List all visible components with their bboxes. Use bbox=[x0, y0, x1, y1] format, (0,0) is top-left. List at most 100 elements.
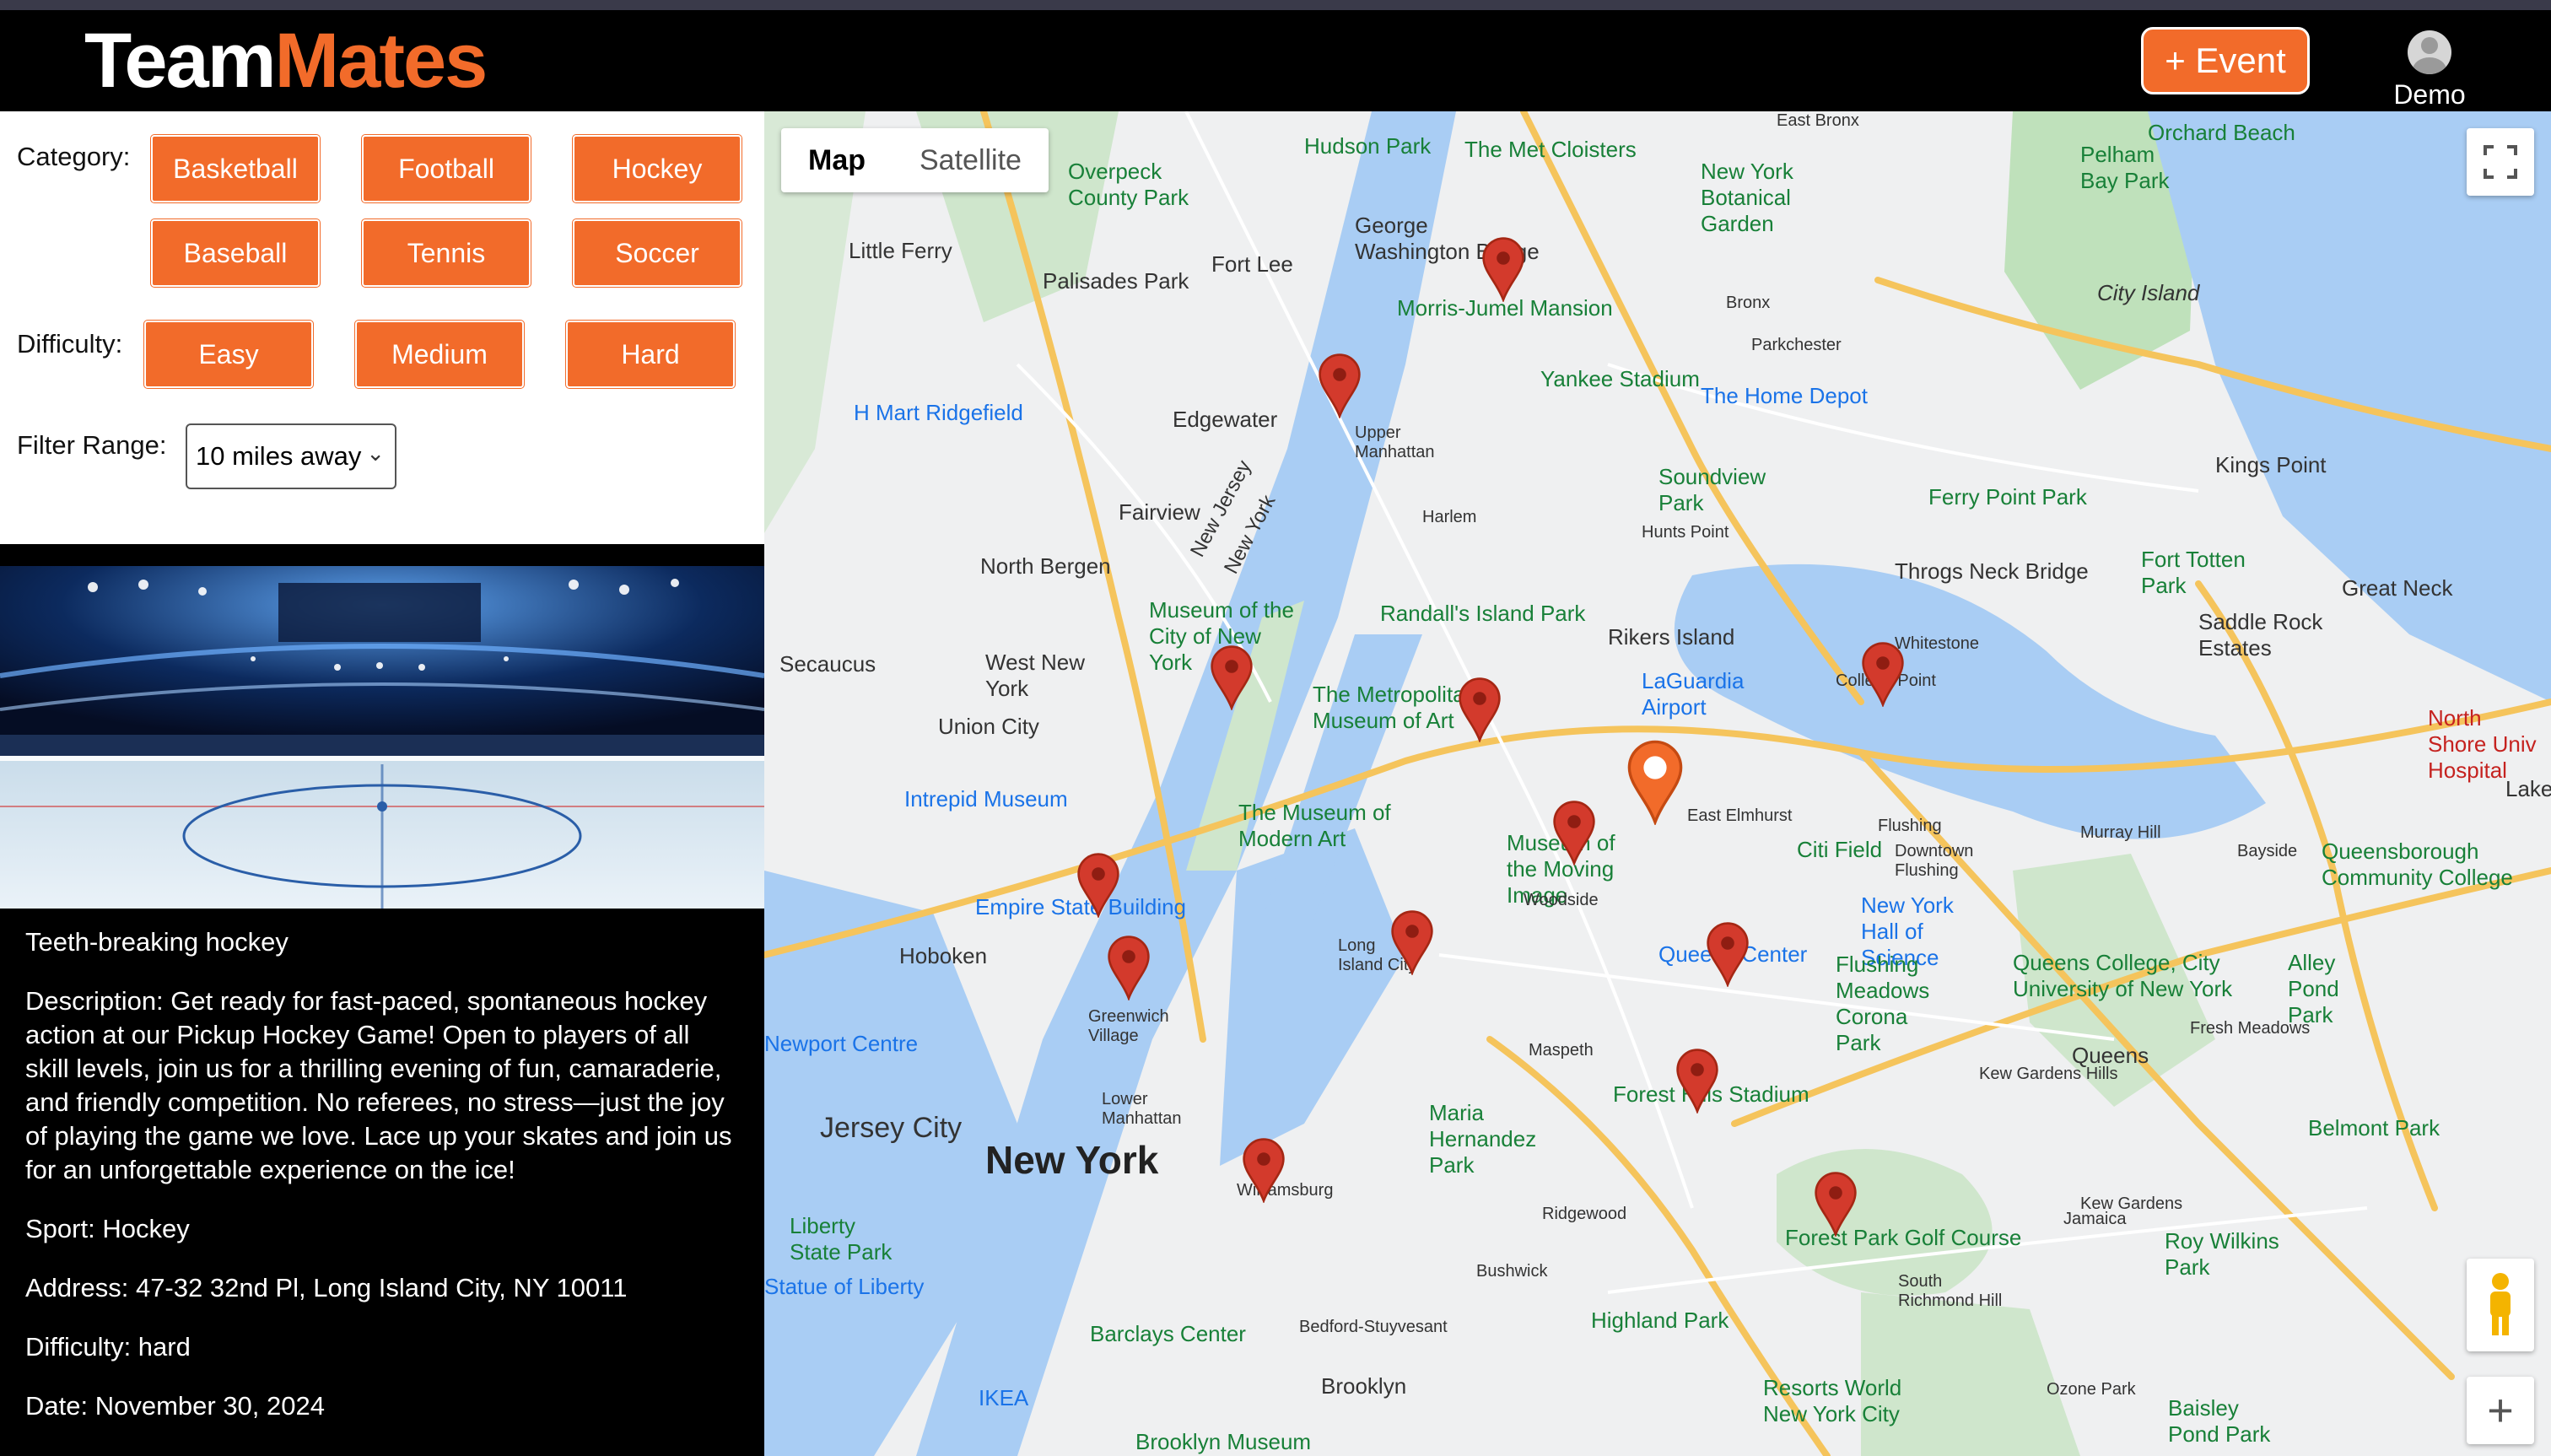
map-label: Maria Hernandez Park bbox=[1429, 1100, 1537, 1178]
map-label: Bronx bbox=[1726, 294, 1771, 312]
map-label: Whitestone bbox=[1895, 634, 1980, 653]
event-address: Address: 47-32 32nd Pl, Long Island City… bbox=[25, 1273, 628, 1302]
app-logo[interactable]: TeamMates bbox=[84, 17, 488, 105]
map-label: LaGuardia Airport bbox=[1642, 668, 1745, 720]
map-label: Williamsburg bbox=[1237, 1181, 1334, 1200]
map-label: The Met Cloisters bbox=[1464, 137, 1637, 162]
navbar: TeamMates + Event Demo bbox=[0, 10, 2551, 111]
map-label: The Home Depot bbox=[1701, 383, 1868, 408]
map-label: Flushing bbox=[1878, 817, 1942, 835]
map-label: Fresh Meadows bbox=[2190, 1019, 2311, 1038]
map-label: South Richmond Hill bbox=[1898, 1272, 2003, 1310]
map-label: Yankee Stadium bbox=[1540, 366, 1700, 391]
difficulty-medium-button[interactable]: Medium bbox=[355, 321, 524, 388]
event-details: Teeth-breaking hockey Description: Get r… bbox=[0, 909, 764, 1456]
map-label: New York Botanical Garden bbox=[1701, 159, 1793, 236]
map-label: Forest Hills Stadium bbox=[1613, 1081, 1809, 1107]
map-label: Hoboken bbox=[899, 943, 988, 968]
category-basketball-button[interactable]: Basketball bbox=[151, 135, 320, 202]
map-label: Bushwick bbox=[1476, 1262, 1548, 1281]
map-label: City Island bbox=[2097, 280, 2200, 305]
map-label: Long Island City bbox=[1338, 936, 1417, 974]
difficulty-easy-button[interactable]: Easy bbox=[144, 321, 313, 388]
map-label: Great Neck bbox=[2342, 575, 2453, 601]
browser-top-strip bbox=[0, 0, 2551, 10]
map-label: Roy Wilkins Park bbox=[2165, 1228, 2279, 1280]
map-label: Queens College, City University of New Y… bbox=[2013, 950, 2233, 1001]
fullscreen-button[interactable] bbox=[2467, 128, 2534, 196]
map-label: Belmont Park bbox=[2308, 1115, 2440, 1141]
logo-mates: Mates bbox=[274, 18, 488, 104]
map-label: Intrepid Museum bbox=[904, 786, 1068, 812]
event-title: Teeth-breaking hockey bbox=[25, 927, 289, 957]
map-label: Queens Center bbox=[1658, 941, 1808, 967]
map-label: Flushing Meadows Corona Park bbox=[1836, 952, 1930, 1055]
map-label: IKEA bbox=[979, 1385, 1029, 1410]
zoom-in-button[interactable]: + bbox=[2467, 1377, 2534, 1444]
street-view-pegman[interactable] bbox=[2467, 1259, 2534, 1351]
logo-team: Team bbox=[84, 18, 277, 104]
map-label: Woodside bbox=[1524, 891, 1599, 909]
map-label: East Bronx bbox=[1777, 111, 1859, 130]
map-label: New York bbox=[985, 1138, 1159, 1182]
map-label: Newport Centre bbox=[764, 1031, 919, 1056]
user-name: Demo bbox=[2393, 79, 2466, 110]
divider bbox=[0, 544, 764, 566]
category-hockey-button[interactable]: Hockey bbox=[573, 135, 742, 202]
map-label: Fort Lee bbox=[1211, 251, 1293, 277]
map-label: Ridgewood bbox=[1542, 1205, 1627, 1223]
map-label: Highland Park bbox=[1591, 1308, 1729, 1333]
map-label: Edgewater bbox=[1173, 407, 1278, 432]
map-label: Union City bbox=[938, 714, 1039, 739]
map-label: H Mart Ridgefield bbox=[854, 400, 1023, 425]
map-label: Greenwich Village bbox=[1088, 1007, 1169, 1045]
map-view[interactable]: Map Satellite + Hudson Park The Met Cloi… bbox=[764, 111, 2551, 1456]
category-football-button[interactable]: Football bbox=[362, 135, 531, 202]
map-label: Queensborough Community College bbox=[2322, 839, 2513, 890]
map-label: The Metropolitan Museum of Art bbox=[1313, 682, 1478, 733]
filter-range-select[interactable]: 10 miles away ⌄ bbox=[186, 423, 396, 489]
fullscreen-icon bbox=[2484, 145, 2517, 179]
map-label: North Bergen bbox=[980, 553, 1111, 579]
map-label: Jersey City bbox=[820, 1112, 963, 1144]
category-tennis-button[interactable]: Tennis bbox=[362, 219, 531, 287]
filter-range-value: 10 miles away bbox=[196, 441, 362, 471]
map-label: Jamaica bbox=[2063, 1210, 2127, 1228]
map-label: Randall's Island Park bbox=[1380, 601, 1586, 626]
map-label: Ozone Park bbox=[2047, 1380, 2136, 1399]
map-label: Barclays Center bbox=[1090, 1321, 1246, 1346]
map-label: Downtown Flushing bbox=[1895, 842, 1974, 880]
map-label: Bayside bbox=[2237, 842, 2298, 860]
event-sport: Sport: Hockey bbox=[25, 1214, 190, 1243]
map-label: Bedford-Stuyvesant bbox=[1299, 1318, 1448, 1336]
map-label: Ferry Point Park bbox=[1928, 484, 2087, 510]
map-label: Palisades Park bbox=[1043, 268, 1189, 294]
category-baseball-button[interactable]: Baseball bbox=[151, 219, 320, 287]
map-label: Kew Gardens Hills bbox=[1979, 1065, 2118, 1083]
event-date: Date: November 30, 2024 bbox=[25, 1391, 325, 1421]
map-label: Fort Totten Park bbox=[2141, 547, 2246, 598]
event-image bbox=[0, 566, 764, 909]
map-label: Hudson Park bbox=[1304, 133, 1432, 159]
map-label: Empire State Building bbox=[975, 894, 1187, 919]
category-soccer-button[interactable]: Soccer bbox=[573, 219, 742, 287]
map-label: Fairview bbox=[1119, 499, 1200, 525]
difficulty-hard-button[interactable]: Hard bbox=[566, 321, 735, 388]
user-menu[interactable]: Demo bbox=[2379, 20, 2480, 113]
map-label: George Washington Bridge bbox=[1355, 213, 1540, 264]
add-event-button[interactable]: + Event bbox=[2141, 27, 2310, 94]
map-tab[interactable]: Map bbox=[781, 128, 893, 192]
map-label: Soundview Park bbox=[1658, 464, 1766, 515]
map-label: Harlem bbox=[1422, 508, 1477, 526]
map-label: Parkchester bbox=[1751, 336, 1842, 354]
satellite-tab[interactable]: Satellite bbox=[893, 128, 1049, 192]
map-label: Kings Point bbox=[2215, 452, 2327, 477]
map-label: Liberty State Park bbox=[790, 1213, 893, 1265]
map-label: Pelham Bay Park bbox=[2080, 142, 2170, 193]
map-label: North Shore Univ Hospital bbox=[2428, 705, 2537, 783]
map-label: Little Ferry bbox=[849, 238, 952, 263]
map-label: Lower Manhattan bbox=[1102, 1090, 1182, 1128]
map-label: Saddle Rock Estates bbox=[2198, 609, 2323, 661]
map-label: Morris-Jumel Mansion bbox=[1397, 295, 1613, 321]
plus-icon: + bbox=[2487, 1385, 2514, 1436]
